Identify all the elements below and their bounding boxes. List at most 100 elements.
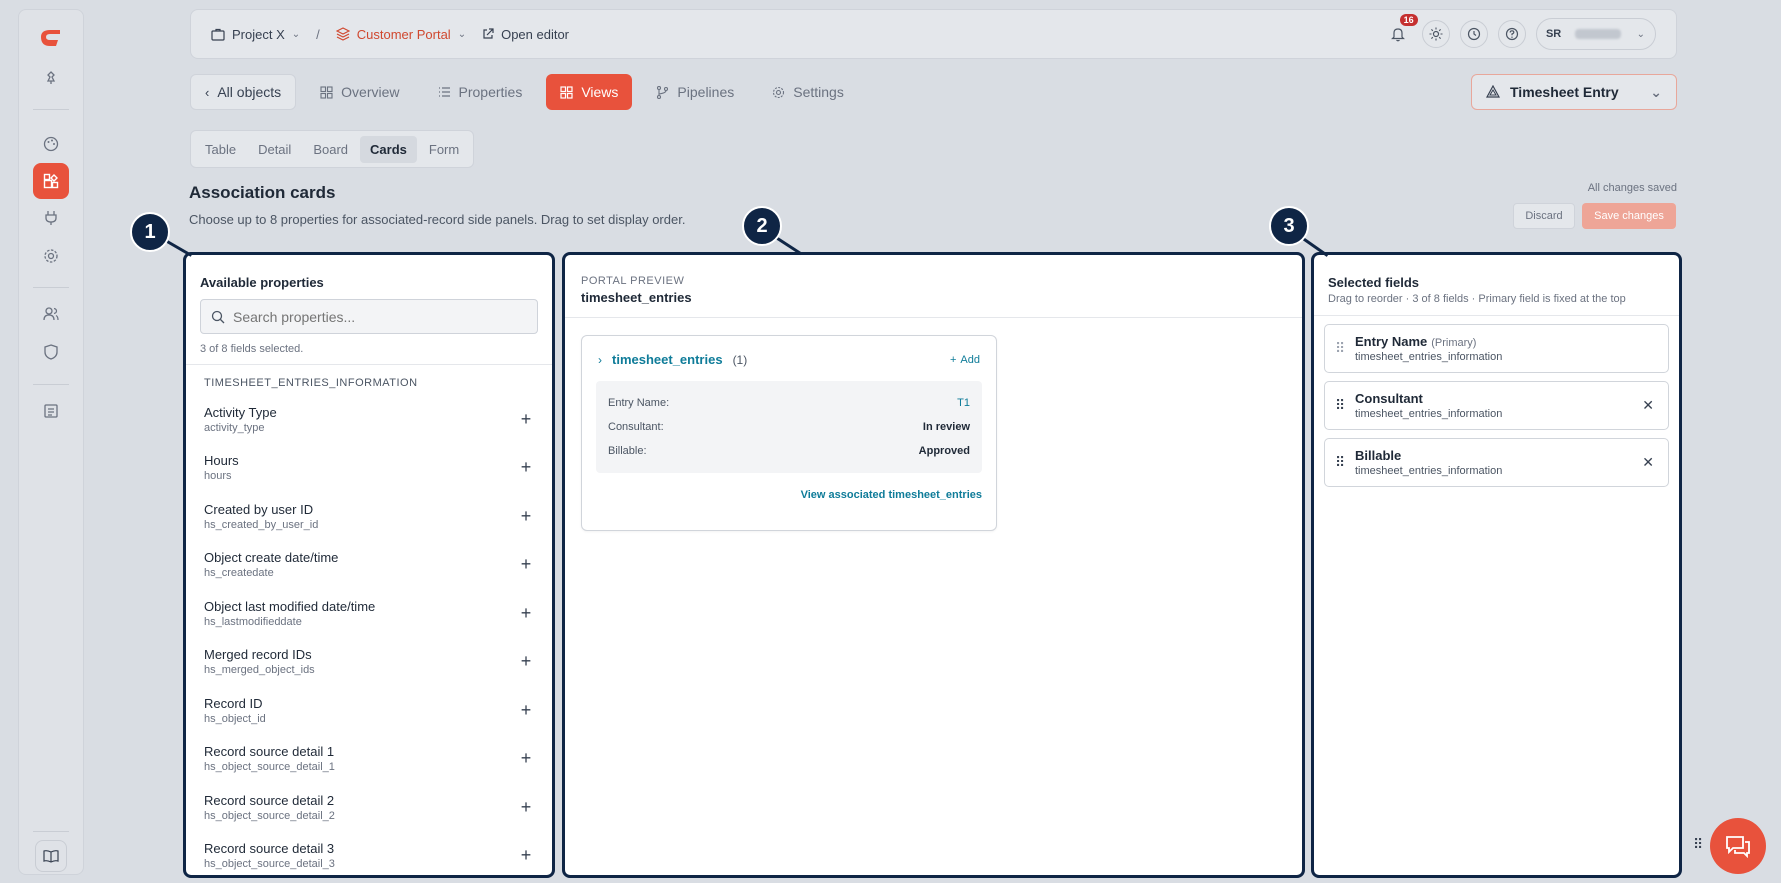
external-link-icon	[483, 28, 494, 39]
remove-icon[interactable]: ✕	[1642, 397, 1654, 414]
property-row[interactable]: Record source detail 3 hs_object_source_d…	[186, 832, 552, 876]
chevron-right-icon[interactable]: ›	[598, 353, 602, 367]
tab-label: Properties	[458, 84, 523, 100]
add-association-button[interactable]: + Add	[950, 354, 980, 366]
plus-icon[interactable]: +	[518, 603, 534, 624]
subtab-board[interactable]: Board	[303, 136, 358, 163]
selected-field-item[interactable]: ⠿ Entry Name (Primary) timesheet_entries_…	[1324, 324, 1669, 373]
subtab-table[interactable]: Table	[195, 136, 246, 163]
property-row[interactable]: Created by user ID hs_created_by_user_id +	[186, 492, 552, 541]
property-row[interactable]: Hours hours +	[186, 444, 552, 493]
property-row[interactable]: Record ID hs_object_id +	[186, 686, 552, 735]
field-group: timesheet_entries_information	[1355, 351, 1503, 363]
drag-dots-icon[interactable]: ⠿	[1693, 836, 1703, 853]
branch-icon	[657, 85, 669, 99]
logo-icon[interactable]	[33, 20, 69, 56]
plus-icon[interactable]: +	[518, 554, 534, 575]
users-icon[interactable]	[33, 296, 69, 332]
plus-icon[interactable]: +	[518, 409, 534, 430]
tab-settings[interactable]: Settings	[758, 74, 858, 110]
property-row[interactable]: Object last modified date/time hs_lastmod…	[186, 589, 552, 638]
sun-icon	[1429, 27, 1443, 41]
rail-divider	[33, 831, 69, 832]
back-to-objects-button[interactable]: ‹ All objects	[190, 74, 297, 110]
plus-icon[interactable]: +	[518, 845, 534, 866]
left-rail	[18, 9, 84, 875]
property-row[interactable]: Object create date/time hs_createdate +	[186, 541, 552, 590]
field-label: Consultant:	[608, 421, 664, 433]
field-name: Entry Name (Primary)	[1355, 334, 1654, 349]
portal-name: Customer Portal	[356, 26, 451, 42]
property-row[interactable]: Record source detail 1 hs_object_source_d…	[186, 735, 552, 784]
clock-icon	[1467, 27, 1480, 41]
plus-icon[interactable]: +	[518, 797, 534, 818]
discard-button[interactable]: Discard	[1513, 203, 1575, 229]
view-associated-link[interactable]: View associated timesheet_entries	[582, 473, 996, 501]
user-menu[interactable]: SR ⌄	[1535, 18, 1656, 50]
object-selector[interactable]: Timesheet Entry ⌄	[1471, 74, 1677, 110]
drag-handle-icon[interactable]: ⠿	[1335, 397, 1345, 414]
property-key: hs_object_source_detail_3	[204, 858, 335, 871]
subtab-cards[interactable]: Cards	[360, 135, 417, 163]
selected-field-item[interactable]: ⠿ Billable timesheet_entries_information…	[1324, 438, 1669, 487]
plus-icon[interactable]: +	[518, 457, 534, 478]
portal-preview-panel: PORTAL PREVIEW timesheet_entries › times…	[562, 252, 1305, 878]
field-name: Consultant	[1355, 391, 1423, 406]
save-changes-button[interactable]: Save changes	[1582, 203, 1676, 229]
rail-divider	[33, 384, 69, 385]
callout-badge-3: 3	[1269, 206, 1309, 246]
page-subtitle: Choose up to 8 properties for associated…	[189, 212, 686, 227]
chevron-down-icon: ⌄	[1650, 83, 1662, 100]
top-bar: Project X ⌄ / Customer Portal ⌄ Open edi…	[190, 9, 1677, 59]
theme-toggle-button[interactable]	[1421, 20, 1450, 48]
property-name: Record source detail 1	[204, 744, 335, 760]
plus-icon[interactable]: +	[518, 700, 534, 721]
property-key: hs_object_source_detail_2	[204, 809, 335, 822]
card-title[interactable]: timesheet_entries	[612, 352, 723, 367]
property-row[interactable]: Record source detail 2 hs_object_source_d…	[186, 783, 552, 832]
selected-field-item[interactable]: ⠿ Consultant timesheet_entries_informati…	[1324, 381, 1669, 430]
property-key: hs_createdate	[204, 567, 274, 580]
tab-views[interactable]: Views	[546, 74, 633, 110]
plus-icon[interactable]: +	[518, 748, 534, 769]
book-icon[interactable]	[35, 840, 67, 872]
tab-properties[interactable]: Properties	[424, 74, 537, 110]
project-name: Project X	[232, 26, 285, 42]
open-editor-label: Open editor	[501, 26, 570, 42]
tab-pipelines[interactable]: Pipelines	[642, 74, 748, 110]
property-row[interactable]: Activity Type activity_type +	[186, 395, 552, 444]
help-button[interactable]	[1497, 20, 1526, 48]
remove-icon[interactable]: ✕	[1642, 454, 1654, 471]
notifications-button[interactable]: 16	[1384, 14, 1418, 48]
portal-switcher[interactable]: Customer Portal ⌄	[335, 26, 466, 42]
property-row[interactable]: Merged record IDs hs_merged_object_ids +	[186, 638, 552, 687]
drag-handle-icon[interactable]: ⠿	[1335, 454, 1345, 471]
pin-icon[interactable]	[33, 60, 69, 96]
history-button[interactable]	[1459, 20, 1488, 48]
project-switcher[interactable]: Project X ⌄	[211, 27, 300, 42]
field-name: Billable	[1355, 448, 1402, 463]
tab-label: Pipelines	[677, 84, 735, 100]
chevron-down-icon: ⌄	[291, 28, 301, 40]
field-value: Approved	[918, 445, 970, 457]
plug-icon[interactable]	[33, 200, 69, 236]
field-value[interactable]: T1	[957, 397, 970, 409]
subtab-form[interactable]: Form	[419, 136, 469, 163]
search-input[interactable]	[233, 308, 527, 325]
property-name: Object last modified date/time	[204, 598, 376, 614]
search-box	[200, 299, 538, 334]
subtab-detail[interactable]: Detail	[248, 136, 301, 163]
plus-icon[interactable]: +	[518, 651, 534, 672]
property-name: Merged record IDs	[204, 647, 312, 663]
tab-label: Settings	[793, 84, 844, 100]
property-text: Object last modified date/time hs_lastmod…	[204, 599, 518, 628]
document-icon[interactable]	[33, 393, 69, 429]
tab-overview[interactable]: Overview	[306, 74, 413, 110]
open-editor-link[interactable]: Open editor	[482, 27, 569, 42]
objects-icon[interactable]	[33, 163, 69, 199]
plus-icon[interactable]: +	[518, 506, 534, 527]
shield-icon[interactable]	[33, 334, 69, 370]
chat-button[interactable]	[1710, 818, 1766, 874]
gear-icon[interactable]	[33, 238, 69, 274]
palette-icon[interactable]	[33, 126, 69, 162]
